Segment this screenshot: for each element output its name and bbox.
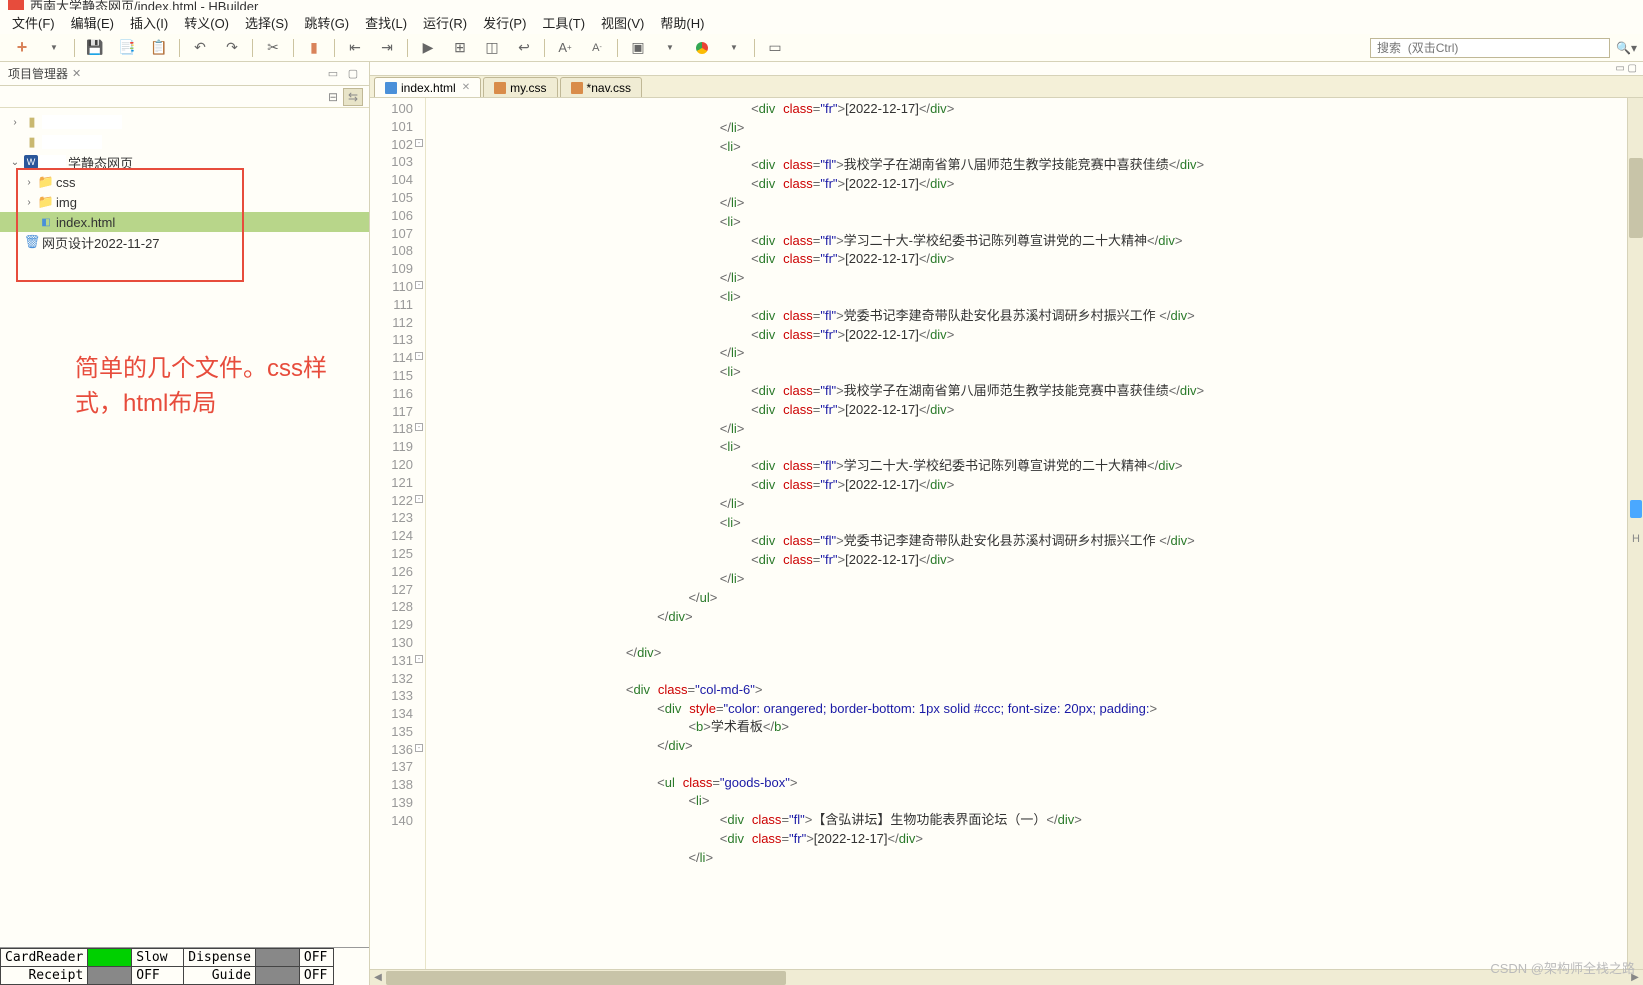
tree-folder-img[interactable]: ›📁img	[0, 192, 369, 212]
menu-publish[interactable]: 发行(P)	[475, 11, 534, 34]
grid-cell-grey	[88, 967, 132, 985]
tree-project[interactable]: ⌄W学静态网页	[0, 152, 369, 172]
css-file-icon	[571, 82, 583, 94]
project-tree[interactable]: ›▮ ▮ ⌄W学静态网页 ›📁css ›📁img ◧index.html 🗑网页…	[0, 108, 369, 947]
menu-insert[interactable]: 插入(I)	[122, 11, 176, 34]
tree-folder-css[interactable]: ›📁css	[0, 172, 369, 192]
menu-tools[interactable]: 工具(T)	[534, 11, 593, 34]
bookmark-icon[interactable]: ▮	[303, 37, 325, 59]
menu-view[interactable]: 视图(V)	[593, 11, 652, 34]
undo-icon[interactable]: ↶	[189, 37, 211, 59]
sidebar: 项目管理器 ✕ ▭ ▢ ⊟ ⇆ ›▮ ▮ ⌄W学静态网页 ›📁css ›📁img…	[0, 62, 370, 985]
menu-file[interactable]: 文件(F)	[4, 11, 63, 34]
horizontal-scrollbar[interactable]: ◀ ▶	[370, 969, 1643, 985]
scroll-thumb[interactable]	[1629, 158, 1643, 238]
menu-help[interactable]: 帮助(H)	[652, 11, 712, 34]
grid-cell: Guide	[184, 967, 256, 985]
collapse-icon[interactable]: ⊟	[323, 88, 343, 106]
status-grid: CardReader Slow Dispense OFF Receipt OFF…	[0, 947, 369, 985]
cut-icon[interactable]: ✂	[262, 37, 284, 59]
chrome-icon[interactable]	[691, 37, 713, 59]
editor-tabs: index.html✕ my.css *nav.css	[370, 76, 1643, 98]
min-icon[interactable]: ▭	[1615, 63, 1624, 74]
menu-escape[interactable]: 转义(O)	[176, 11, 237, 34]
save-all-icon[interactable]: 📑	[116, 37, 138, 59]
grid-cell: Receipt	[1, 967, 88, 985]
font-inc-icon[interactable]: A+	[554, 37, 576, 59]
menu-run[interactable]: 运行(R)	[415, 11, 475, 34]
dock-button[interactable]	[1630, 500, 1642, 518]
search-icon[interactable]: 🔍▾	[1616, 41, 1637, 55]
panel-title: 项目管理器	[8, 65, 68, 82]
tree-item[interactable]: ›▮	[0, 112, 369, 132]
title-bar: 西南大学静态网页/index.html - HBuilder	[0, 0, 1643, 10]
new-icon[interactable]: +	[11, 37, 33, 59]
copy-icon[interactable]: 📋	[148, 37, 170, 59]
menu-bar: 文件(F) 编辑(E) 插入(I) 转义(O) 选择(S) 跳转(G) 查找(L…	[0, 10, 1643, 34]
right-dock: H	[1629, 493, 1643, 553]
run-icon[interactable]: ▶	[417, 37, 439, 59]
grid-cell: CardReader	[1, 949, 88, 967]
grid-cell-grey	[255, 967, 299, 985]
grid-cell-grey	[255, 949, 299, 967]
window-title: 西南大学静态网页/index.html - HBuilder	[30, 0, 258, 10]
menu-edit[interactable]: 编辑(E)	[63, 11, 122, 34]
editor-area: ▭ ▢ index.html✕ my.css *nav.css 10010110…	[370, 62, 1643, 985]
search-box: 🔍▾	[1370, 38, 1637, 58]
code-viewport[interactable]: 100101102-103104105106107108109110-11111…	[370, 98, 1643, 969]
panel-close-icon[interactable]: ✕	[72, 67, 81, 80]
app-icon	[8, 0, 24, 10]
indent-right-icon[interactable]: ⇥	[376, 37, 398, 59]
html-file-icon	[385, 82, 397, 94]
tab-nav-css[interactable]: *nav.css	[560, 77, 642, 97]
format-icon[interactable]: ⊞	[449, 37, 471, 59]
watermark: CSDN @架构师全栈之路	[1490, 958, 1635, 977]
max-icon[interactable]: ▢	[1628, 63, 1637, 74]
wrap-icon[interactable]: ↩	[513, 37, 535, 59]
indent-left-icon[interactable]: ⇤	[344, 37, 366, 59]
dock-label: H	[1632, 533, 1640, 545]
code-content[interactable]: <div class="fr">[2022-12-17]</div> </li>…	[426, 98, 1627, 969]
dropdown2-icon[interactable]: ▼	[659, 37, 681, 59]
minimize-icon[interactable]: ▭	[325, 67, 341, 81]
tool-bar: + ▼ 💾 📑 📋 ↶ ↷ ✂ ▮ ⇤ ⇥ ▶ ⊞ ◫ ↩ A+ A- ▣ ▼ …	[0, 34, 1643, 62]
editor-top-bar: ▭ ▢	[370, 62, 1643, 76]
save-icon[interactable]: 💾	[84, 37, 106, 59]
grid-cell-green	[88, 949, 132, 967]
css-file-icon	[494, 82, 506, 94]
redo-icon[interactable]: ↷	[221, 37, 243, 59]
split-icon[interactable]: ◫	[481, 37, 503, 59]
grid-cell: Slow	[132, 949, 184, 967]
panel-toolbar: ⊟ ⇆	[0, 86, 369, 108]
dropdown-icon[interactable]: ▼	[43, 37, 65, 59]
tree-file-index[interactable]: ◧index.html	[0, 212, 369, 232]
menu-select[interactable]: 选择(S)	[237, 11, 296, 34]
close-tab-icon[interactable]: ✕	[462, 82, 470, 93]
dropdown3-icon[interactable]: ▼	[723, 37, 745, 59]
grid-cell: OFF	[132, 967, 184, 985]
tree-file-doc[interactable]: 🗑网页设计2022-11-27	[0, 232, 369, 252]
menu-find[interactable]: 查找(L)	[357, 11, 415, 34]
browser-icon[interactable]: ▣	[627, 37, 649, 59]
tab-my-css[interactable]: my.css	[483, 77, 557, 97]
panel-header: 项目管理器 ✕ ▭ ▢	[0, 62, 369, 86]
link-editor-icon[interactable]: ⇆	[343, 88, 363, 106]
terminal-icon[interactable]: ▭	[764, 37, 786, 59]
grid-cell: Dispense	[184, 949, 256, 967]
menu-goto[interactable]: 跳转(G)	[296, 11, 357, 34]
font-dec-icon[interactable]: A-	[586, 37, 608, 59]
tree-item[interactable]: ▮	[0, 132, 369, 152]
search-input[interactable]	[1370, 38, 1610, 58]
line-gutter: 100101102-103104105106107108109110-11111…	[370, 98, 426, 969]
tab-index-html[interactable]: index.html✕	[374, 77, 481, 97]
hscroll-thumb[interactable]	[386, 971, 786, 985]
annotation-text: 简单的几个文件。css样式，html布局	[75, 348, 369, 418]
grid-cell: OFF	[299, 967, 333, 985]
maximize-icon[interactable]: ▢	[345, 67, 361, 81]
scroll-left-icon[interactable]: ◀	[370, 970, 386, 985]
grid-cell: OFF	[299, 949, 333, 967]
